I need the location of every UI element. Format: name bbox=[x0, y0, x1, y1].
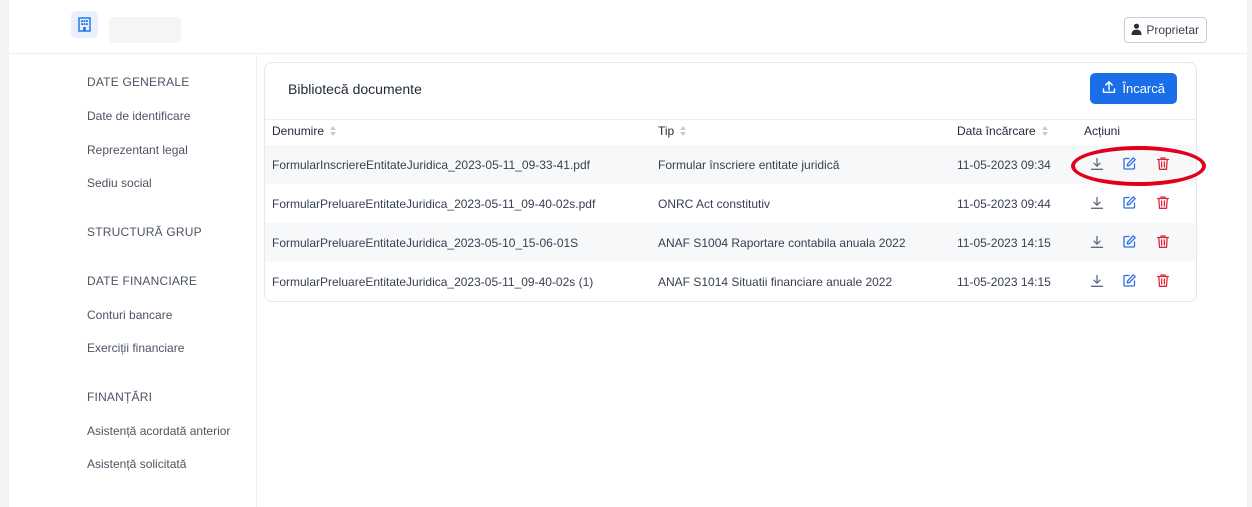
download-icon[interactable] bbox=[1087, 193, 1106, 212]
row-actions bbox=[1087, 232, 1172, 251]
document-name: FormularPreluareEntitateJuridica_2023-05… bbox=[272, 197, 596, 211]
sidebar-item-exercitii[interactable]: Exerciții financiare bbox=[87, 341, 184, 355]
table-row: FormularPreluareEntitateJuridica_2023-05… bbox=[265, 223, 1196, 262]
column-date-label: Data încărcare bbox=[957, 124, 1036, 138]
row-actions bbox=[1087, 154, 1172, 173]
edit-icon[interactable] bbox=[1120, 271, 1139, 290]
upload-button[interactable]: Încarcă bbox=[1090, 73, 1177, 104]
column-type-label: Tip bbox=[658, 124, 675, 138]
column-header-date[interactable]: Data încărcare bbox=[957, 124, 1048, 138]
trash-icon[interactable] bbox=[1153, 193, 1172, 212]
document-library-card: Bibliotecă documente Încarcă Denumire Ti… bbox=[264, 62, 1197, 302]
sort-icon[interactable] bbox=[680, 126, 687, 136]
sidebar-section-general: DATE GENERALE bbox=[87, 75, 190, 89]
sidebar: DATE GENERALE Date de identificare Repre… bbox=[9, 55, 257, 507]
trash-icon[interactable] bbox=[1153, 154, 1172, 173]
app: Proprietar DATE GENERALE Date de identif… bbox=[9, 0, 1247, 507]
download-icon[interactable] bbox=[1087, 271, 1106, 290]
document-type: Formular înscriere entitate juridică bbox=[658, 158, 840, 172]
column-actions-label: Acțiuni bbox=[1084, 124, 1121, 138]
user-icon bbox=[1131, 23, 1142, 38]
company-name-placeholder bbox=[109, 17, 181, 43]
document-date: 11-05-2023 09:34 bbox=[957, 158, 1051, 172]
role-label: Proprietar bbox=[1146, 23, 1199, 37]
building-icon[interactable] bbox=[71, 11, 98, 38]
edit-icon[interactable] bbox=[1120, 232, 1139, 251]
column-name-label: Denumire bbox=[272, 124, 325, 138]
trash-icon[interactable] bbox=[1153, 271, 1172, 290]
column-header-type[interactable]: Tip bbox=[658, 124, 687, 138]
download-icon[interactable] bbox=[1087, 154, 1106, 173]
sidebar-item-asistenta-anterior[interactable]: Asistență acordată anterior bbox=[87, 424, 230, 438]
row-actions bbox=[1087, 271, 1172, 290]
row-actions bbox=[1087, 193, 1172, 212]
document-name: FormularPreluareEntitateJuridica_2023-05… bbox=[272, 275, 594, 289]
edit-icon[interactable] bbox=[1120, 154, 1139, 173]
top-header: Proprietar bbox=[9, 0, 1247, 54]
table-header: Denumire Tip Data încărcare Acțiuni bbox=[265, 119, 1196, 144]
sort-icon[interactable] bbox=[330, 126, 337, 136]
document-type: ONRC Act constitutiv bbox=[658, 197, 771, 211]
sidebar-section-finantari: FINANȚĂRI bbox=[87, 390, 153, 404]
sort-icon[interactable] bbox=[1041, 126, 1048, 136]
edit-icon[interactable] bbox=[1120, 193, 1139, 212]
sidebar-section-structura[interactable]: STRUCTURĂ GRUP bbox=[87, 225, 202, 239]
sidebar-item-conturi[interactable]: Conturi bancare bbox=[87, 308, 172, 322]
sidebar-section-financiare: DATE FINANCIARE bbox=[87, 274, 198, 288]
trash-icon[interactable] bbox=[1153, 232, 1172, 251]
column-header-name[interactable]: Denumire bbox=[272, 124, 337, 138]
document-name: FormularInscriereEntitateJuridica_2023-0… bbox=[272, 158, 590, 172]
sidebar-item-asistenta-solicitata[interactable]: Asistență solicitată bbox=[87, 457, 186, 471]
sidebar-item-identificare[interactable]: Date de identificare bbox=[87, 109, 190, 123]
upload-label: Încarcă bbox=[1122, 81, 1165, 96]
document-date: 11-05-2023 09:44 bbox=[957, 197, 1051, 211]
table-row: FormularPreluareEntitateJuridica_2023-05… bbox=[265, 262, 1196, 301]
document-date: 11-05-2023 14:15 bbox=[957, 236, 1051, 250]
sidebar-item-reprezentant[interactable]: Reprezentant legal bbox=[87, 143, 188, 157]
card-title: Bibliotecă documente bbox=[288, 81, 422, 97]
document-type: ANAF S1014 Situatii financiare anuale 20… bbox=[658, 275, 893, 289]
sidebar-item-sediu[interactable]: Sediu social bbox=[87, 176, 152, 190]
table-row: FormularPreluareEntitateJuridica_2023-05… bbox=[265, 184, 1196, 223]
document-type: ANAF S1004 Raportare contabila anuala 20… bbox=[658, 236, 906, 250]
document-name: FormularPreluareEntitateJuridica_2023-05… bbox=[272, 236, 579, 250]
table-row: FormularInscriereEntitateJuridica_2023-0… bbox=[265, 145, 1196, 184]
document-date: 11-05-2023 14:15 bbox=[957, 275, 1051, 289]
column-header-actions: Acțiuni bbox=[1084, 124, 1120, 138]
download-icon[interactable] bbox=[1087, 232, 1106, 251]
role-button[interactable]: Proprietar bbox=[1124, 17, 1207, 43]
upload-icon bbox=[1102, 80, 1116, 97]
